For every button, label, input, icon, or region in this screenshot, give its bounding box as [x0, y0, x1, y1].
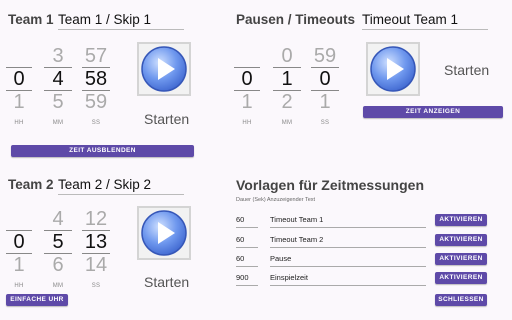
text-input[interactable]: Pause	[270, 254, 426, 267]
activate-button[interactable]: AKTIVIEREN	[435, 253, 487, 265]
activate-button[interactable]: AKTIVIEREN	[435, 272, 487, 284]
team2-name-input[interactable]: Team 2 / Skip 2	[58, 177, 184, 195]
pause-hours-picker[interactable]: 0 1 HH	[234, 45, 260, 126]
seconds-prev: 59	[313, 45, 337, 67]
team1-play-button[interactable]	[137, 42, 191, 96]
team1-start-label: Starten	[144, 111, 190, 127]
templates-title: Vorlagen für Zeitmessungen	[236, 177, 424, 193]
minutes-prev: 4	[52, 208, 64, 230]
minutes-prev: 3	[52, 45, 64, 67]
close-button[interactable]: SCHLIESSEN	[435, 294, 487, 306]
team1-minutes-picker[interactable]: 3 4 5 MM	[44, 45, 72, 126]
hours-prev	[234, 45, 260, 67]
team1-name-input[interactable]: Team 1 / Skip 1	[58, 12, 184, 30]
minutes-next: 2	[281, 91, 293, 113]
team2-hours-picker[interactable]: 0 1 HH	[6, 208, 32, 289]
seconds-next: 14	[84, 254, 108, 276]
team2-label: Team 2	[8, 177, 54, 192]
play-circle-icon	[141, 46, 187, 92]
seconds-label: SS	[320, 120, 330, 126]
team2-minutes-picker[interactable]: 4 5 6 MM	[44, 208, 72, 289]
hours-current: 0	[6, 230, 32, 254]
team1-hours-picker[interactable]: 0 1 HH	[6, 45, 32, 126]
hours-prev	[6, 208, 32, 230]
minutes-prev: 0	[281, 45, 293, 67]
team1-label: Team 1	[8, 12, 54, 27]
templates-subtitle: Dauer (Sek) Anzuzeigender Text	[236, 197, 316, 203]
seconds-current: 13	[82, 230, 110, 254]
text-input[interactable]: Einspielzeit	[270, 273, 426, 286]
minutes-current: 5	[44, 230, 72, 254]
seconds-prev: 57	[84, 45, 108, 67]
hide-time-button[interactable]: ZEIT AUSBLENDEN	[11, 145, 194, 157]
seconds-current: 58	[82, 67, 110, 91]
minutes-current: 1	[273, 67, 301, 91]
minutes-next: 6	[52, 254, 64, 276]
duration-input[interactable]: 900	[236, 273, 258, 286]
seconds-current: 0	[311, 67, 339, 91]
pause-minutes-picker[interactable]: 0 1 2 MM	[273, 45, 301, 126]
minutes-current: 4	[44, 67, 72, 91]
duration-input[interactable]: 60	[236, 215, 258, 228]
hours-current: 0	[234, 67, 260, 91]
team2-play-button[interactable]	[137, 206, 191, 260]
activate-button[interactable]: AKTIVIEREN	[435, 214, 487, 226]
hours-next: 1	[13, 254, 25, 276]
seconds-prev: 12	[84, 208, 108, 230]
seconds-label: SS	[91, 283, 101, 289]
duration-input[interactable]: 60	[236, 254, 258, 267]
activate-button[interactable]: AKTIVIEREN	[435, 234, 487, 246]
play-circle-icon	[141, 210, 187, 256]
seconds-next: 1	[319, 91, 331, 113]
hours-label: HH	[14, 283, 24, 289]
hours-prev	[6, 45, 32, 67]
simple-clock-button[interactable]: EINFACHE UHR	[6, 294, 68, 306]
text-input[interactable]: Timeout Team 2	[270, 235, 426, 248]
hours-label: HH	[14, 120, 24, 126]
text-input[interactable]: Timeout Team 1	[270, 215, 426, 228]
hours-label: HH	[242, 120, 252, 126]
minutes-label: MM	[281, 120, 293, 126]
pause-name-input[interactable]: Timeout Team 1	[362, 12, 488, 30]
team2-start-label: Starten	[144, 274, 190, 290]
minutes-label: MM	[52, 120, 64, 126]
hours-next: 1	[241, 91, 253, 113]
pause-seconds-picker[interactable]: 59 0 1 SS	[311, 45, 339, 126]
team1-seconds-picker[interactable]: 57 58 59 SS	[82, 45, 110, 126]
minutes-label: MM	[52, 283, 64, 289]
pause-start-label: Starten	[444, 62, 490, 78]
hours-current: 0	[6, 67, 32, 91]
hours-next: 1	[13, 91, 25, 113]
play-circle-icon	[370, 46, 416, 92]
duration-input[interactable]: 60	[236, 235, 258, 248]
seconds-label: SS	[91, 120, 101, 126]
pause-play-button[interactable]	[366, 42, 420, 96]
show-time-button[interactable]: ZEIT ANZEIGEN	[363, 106, 503, 118]
team2-seconds-picker[interactable]: 12 13 14 SS	[82, 208, 110, 289]
pause-label: Pausen / Timeouts	[236, 12, 356, 27]
minutes-next: 5	[52, 91, 64, 113]
seconds-next: 59	[84, 91, 108, 113]
